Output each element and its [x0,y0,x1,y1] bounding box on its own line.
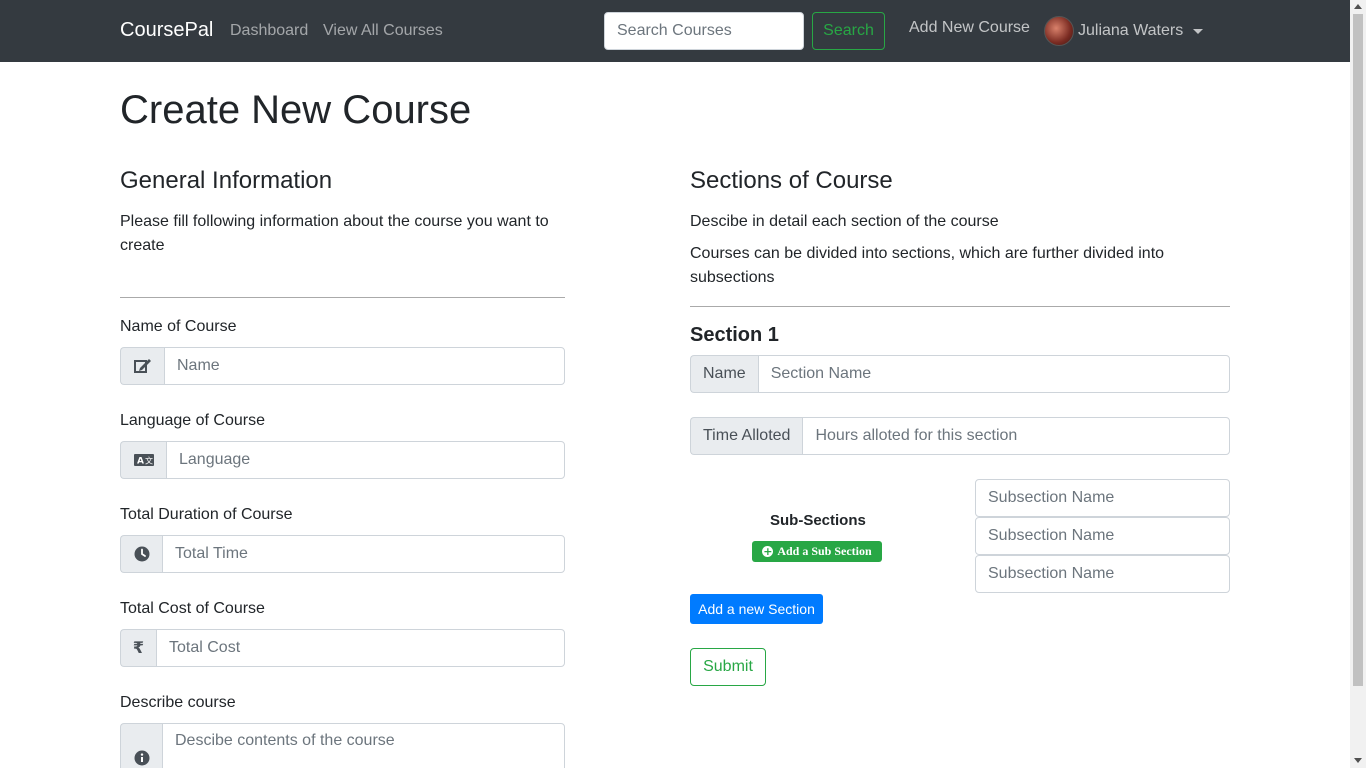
general-info-description: Please fill following information about … [120,213,549,254]
course-name-input[interactable] [164,347,565,385]
nav-link-add-new-course[interactable]: Add New Course [909,19,1030,37]
course-duration-input[interactable] [162,535,565,573]
sections-description-1: Descibe in detail each section of the co… [690,213,999,230]
subsections-label: Sub-Sections [770,512,866,529]
page-title: Create New Course [120,88,472,132]
clock-icon [120,535,162,573]
search-input[interactable] [604,12,804,50]
section-name-input[interactable] [757,355,1230,393]
user-name: Juliana Waters [1078,22,1184,39]
scrollbar[interactable] [1350,0,1366,768]
course-description-group [120,723,565,768]
subsection-name-input[interactable] [975,517,1230,555]
info-icon [120,723,162,768]
divider [120,297,565,298]
section-time-label: Time Alloted [690,417,803,455]
plus-circle-icon: + [762,545,774,558]
section-name-label: Name [690,355,758,393]
user-menu[interactable]: Juliana Waters [1044,15,1204,47]
add-sub-section-label: Add a Sub Section [777,544,872,558]
course-language-group: A文 [120,441,565,479]
sections-description-2: Courses can be divided into sections, wh… [690,245,1165,286]
section-name-group: Name [690,355,1230,393]
course-cost-label: Total Cost of Course [120,600,265,617]
divider [690,306,1230,307]
course-language-label: Language of Course [120,412,265,429]
submit-button[interactable]: Submit [690,648,766,686]
course-cost-input[interactable] [156,629,565,667]
course-duration-group [120,535,565,573]
svg-text:文: 文 [145,456,153,466]
nav-link-dashboard[interactable]: Dashboard [230,22,308,40]
navbar: CoursePal Dashboard View All Courses Sea… [0,0,1350,62]
section-title: Section 1 [690,324,779,346]
scroll-thumb[interactable] [1353,14,1363,686]
course-description-input[interactable] [162,723,565,768]
course-name-group [120,347,565,385]
general-info-heading: General Information [120,167,333,194]
chevron-down-icon [1193,28,1204,34]
add-new-section-button[interactable]: Add a new Section [690,594,823,624]
scroll-down-icon[interactable] [1354,758,1362,763]
language-icon: A文 [120,441,166,479]
add-sub-section-button[interactable]: + Add a Sub Section [752,541,882,562]
subsection-name-input[interactable] [975,555,1230,593]
nav-link-view-all-courses[interactable]: View All Courses [323,22,443,40]
subsection-name-input[interactable] [975,479,1230,517]
course-description-label: Describe course [120,694,236,711]
scroll-up-icon[interactable] [1354,4,1362,9]
course-cost-group: ₹ [120,629,565,667]
edit-icon [120,347,164,385]
sections-heading: Sections of Course [690,167,893,194]
section-time-group: Time Alloted [690,417,1230,455]
rupee-icon: ₹ [120,629,156,667]
section-time-input[interactable] [802,417,1230,455]
course-duration-label: Total Duration of Course [120,506,293,523]
search-button[interactable]: Search [812,12,885,50]
avatar [1044,16,1074,46]
course-name-label: Name of Course [120,318,237,335]
svg-text:A: A [137,457,144,467]
course-language-input[interactable] [166,441,565,479]
brand-logo[interactable]: CoursePal [120,19,213,42]
